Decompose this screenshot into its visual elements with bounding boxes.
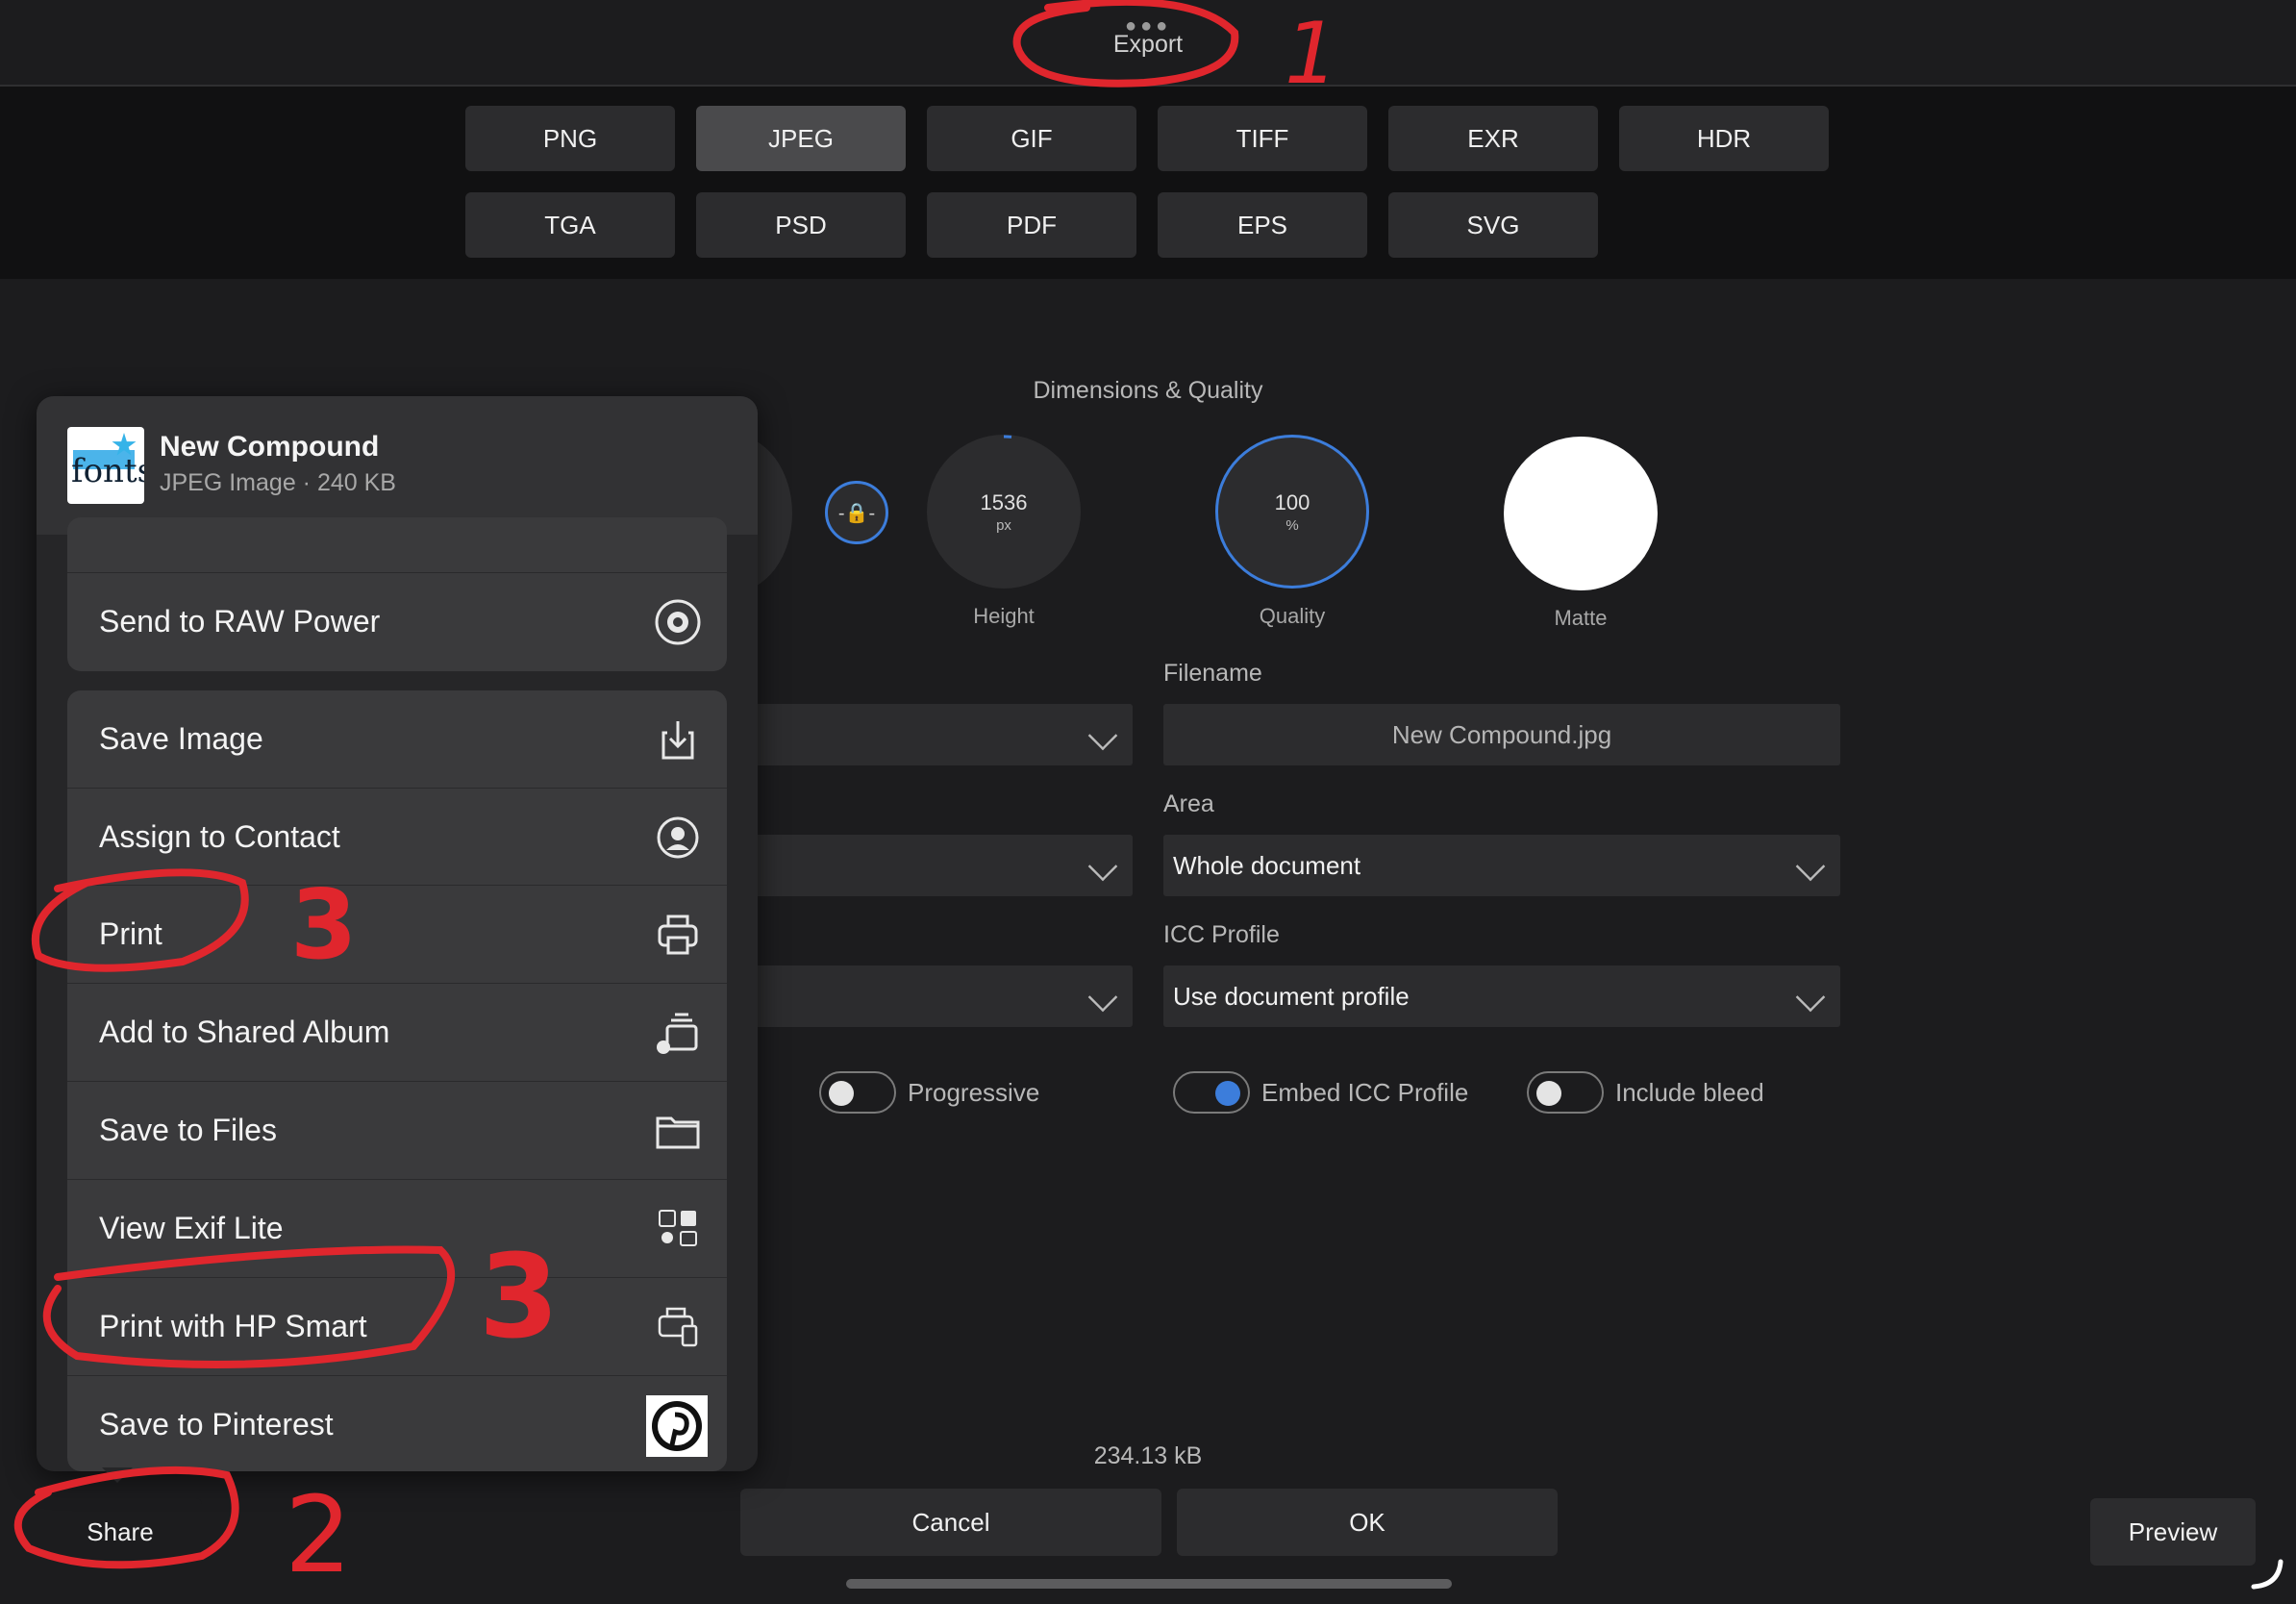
format-eps-button[interactable]: EPS	[1158, 192, 1367, 258]
progressive-label: Progressive	[908, 1078, 1040, 1107]
format-jpeg-button[interactable]: JPEG	[696, 106, 906, 171]
annotation-number-2: 2	[285, 1473, 352, 1596]
filename-input[interactable]: New Compound.jpg	[1163, 704, 1840, 765]
view-exif-lite-row[interactable]: View Exif Lite	[67, 1179, 727, 1279]
document-thumbnail: fonts	[67, 427, 144, 504]
icc-profile-dropdown[interactable]: Use document profile	[1163, 965, 1840, 1027]
format-svg-button[interactable]: SVG	[1388, 192, 1598, 258]
exif-icon	[659, 1210, 697, 1246]
printer-icon	[658, 915, 698, 955]
height-knob[interactable]: 1536 px	[927, 435, 1081, 589]
save-image-row[interactable]: Save Image	[67, 690, 727, 789]
share-actions-group: Save Image Assign to Contact Print Add t…	[67, 690, 727, 1471]
contact-icon	[657, 816, 699, 859]
matte-color-swatch[interactable]	[1504, 437, 1658, 590]
popover-caret	[102, 1467, 133, 1483]
height-label: Height	[973, 604, 1035, 628]
title-bar: ●●● Export	[0, 0, 2296, 87]
document-info: JPEG Image · 240 KB	[160, 469, 396, 496]
resize-corner-icon[interactable]	[2250, 1556, 2284, 1591]
chevron-down-icon	[1795, 851, 1826, 882]
format-psd-button[interactable]: PSD	[696, 192, 906, 258]
download-icon	[661, 721, 694, 760]
filename-label: Filename	[1163, 660, 1262, 687]
share-button[interactable]: Share	[38, 1498, 202, 1566]
home-indicator	[846, 1579, 1452, 1589]
save-to-pinterest-row[interactable]: Save to Pinterest	[67, 1375, 727, 1471]
format-hdr-button[interactable]: HDR	[1619, 106, 1829, 171]
embed-icc-label: Embed ICC Profile	[1261, 1078, 1469, 1107]
include-bleed-toggle[interactable]	[1527, 1071, 1604, 1114]
chevron-down-icon	[1087, 982, 1118, 1013]
format-exr-button[interactable]: EXR	[1388, 106, 1598, 171]
shared-album-icon	[657, 1013, 698, 1054]
left-dropdown-1[interactable]	[750, 704, 1133, 765]
icc-profile-label: ICC Profile	[1163, 921, 1280, 948]
chevron-down-icon	[1087, 851, 1118, 882]
raw-power-icon	[655, 599, 701, 645]
print-with-hp-smart-row[interactable]: Print with HP Smart	[67, 1277, 727, 1377]
page-title: Export	[1112, 31, 1184, 58]
height-arc-icon	[1003, 435, 1012, 439]
share-sheet-header: fonts New Compound JPEG Image · 240 KB	[37, 396, 758, 535]
save-to-files-row[interactable]: Save to Files	[67, 1081, 727, 1181]
chevron-down-icon	[1087, 720, 1118, 751]
folder-icon	[656, 1116, 700, 1149]
assign-to-contact-row[interactable]: Assign to Contact	[67, 788, 727, 888]
format-png-button[interactable]: PNG	[465, 106, 675, 171]
share-sheet: fonts New Compound JPEG Image · 240 KB S…	[37, 396, 758, 1471]
aspect-lock-icon[interactable]: -🔒-	[825, 481, 888, 544]
include-bleed-label: Include bleed	[1615, 1078, 1764, 1107]
area-label: Area	[1163, 790, 1214, 817]
quality-knob[interactable]: 100 %	[1215, 435, 1369, 589]
format-selector: PNG JPEG GIF TIFF EXR HDR TGA PSD PDF EP…	[0, 87, 2296, 279]
format-pdf-button[interactable]: PDF	[927, 192, 1136, 258]
matte-label: Matte	[1554, 606, 1608, 630]
progressive-toggle[interactable]	[819, 1071, 896, 1114]
hp-smart-icon	[658, 1307, 698, 1347]
cancel-button[interactable]: Cancel	[740, 1489, 1161, 1556]
pinterest-icon	[646, 1395, 708, 1457]
print-row[interactable]: Print	[67, 885, 727, 985]
area-dropdown[interactable]: Whole document	[1163, 835, 1840, 896]
area-value: Whole document	[1173, 850, 1361, 880]
send-to-raw-power-row[interactable]: Send to RAW Power	[67, 572, 727, 671]
add-to-shared-album-row[interactable]: Add to Shared Album	[67, 983, 727, 1083]
format-tiff-button[interactable]: TIFF	[1158, 106, 1367, 171]
ok-button[interactable]: OK	[1177, 1489, 1558, 1556]
quality-label: Quality	[1259, 604, 1326, 628]
format-tga-button[interactable]: TGA	[465, 192, 675, 258]
quality-value: 100	[1274, 489, 1310, 514]
icc-profile-value: Use document profile	[1173, 981, 1410, 1011]
embed-icc-toggle[interactable]	[1173, 1071, 1250, 1114]
quality-unit: %	[1285, 516, 1299, 534]
share-extensions-group: Send to RAW Power	[67, 517, 727, 671]
format-gif-button[interactable]: GIF	[927, 106, 1136, 171]
left-dropdown-3[interactable]	[750, 965, 1133, 1027]
document-name: New Compound	[160, 431, 380, 463]
preview-button[interactable]: Preview	[2090, 1498, 2256, 1566]
left-dropdown-2[interactable]	[750, 835, 1133, 896]
chevron-down-icon	[1795, 982, 1826, 1013]
